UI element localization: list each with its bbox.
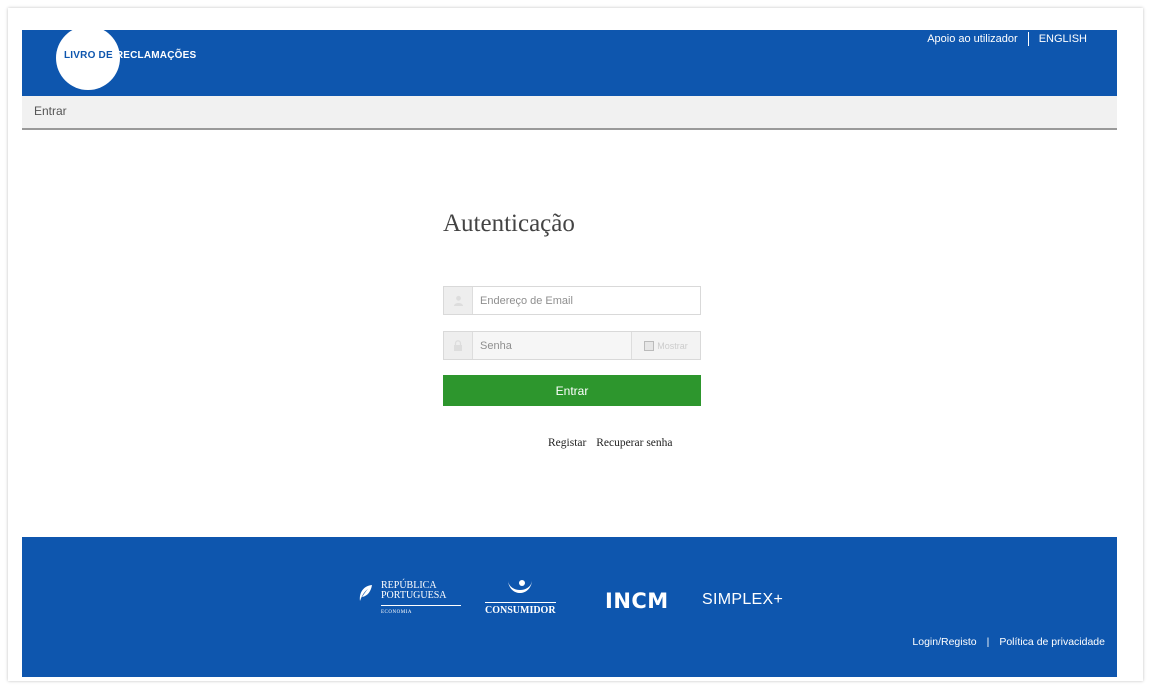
consumidor-label: CONSUMIDOR — [485, 602, 556, 616]
login-submit-button[interactable]: Entrar — [443, 375, 701, 406]
page-title: Autenticação — [443, 210, 575, 237]
logo-text-part1: LIVRO DE — [64, 50, 113, 61]
recover-password-link[interactable]: Recuperar senha — [596, 437, 672, 449]
breadcrumb: Entrar — [22, 96, 1117, 130]
show-password-toggle[interactable]: Mostrar — [631, 332, 700, 359]
site-logo[interactable]: LIVRO DE RECLAMAÇÕES — [64, 50, 196, 61]
register-link[interactable]: Registar — [548, 437, 586, 449]
show-password-label: Mostrar — [657, 340, 688, 351]
footer-links-divider: | — [986, 636, 990, 648]
republica-sub: ECONOMIA — [381, 605, 461, 618]
site-footer: REPÚBLICA PORTUGUESA ECONOMIA CONSUMIDOR… — [22, 537, 1117, 677]
show-password-checkbox[interactable] — [644, 340, 655, 351]
incm-logo[interactable]: INCM — [605, 589, 669, 613]
republic-emblem-icon — [357, 583, 375, 608]
breadcrumb-current: Entrar — [34, 104, 67, 118]
privacy-policy-link[interactable]: Política de privacidade — [999, 636, 1105, 648]
user-icon — [444, 287, 473, 314]
simplex-logo[interactable]: SIMPLEX+ — [702, 591, 783, 609]
email-field[interactable] — [473, 286, 700, 315]
logo-text-part2: RECLAMAÇÕES — [115, 50, 197, 61]
email-field-group — [443, 286, 701, 315]
support-link[interactable]: Apoio ao utilizador — [927, 33, 1018, 45]
republica-portuguesa-logo[interactable]: REPÚBLICA PORTUGUESA ECONOMIA — [357, 581, 461, 618]
language-link[interactable]: ENGLISH — [1039, 33, 1087, 45]
top-links: Apoio ao utilizador ENGLISH — [927, 32, 1087, 46]
top-links-divider — [1027, 32, 1029, 46]
auth-links: Registar Recuperar senha — [548, 437, 680, 449]
lock-icon — [444, 332, 473, 359]
consumer-icon — [485, 579, 556, 602]
password-field[interactable] — [473, 331, 631, 360]
password-field-group: Mostrar — [443, 331, 701, 360]
consumidor-logo[interactable]: CONSUMIDOR — [485, 579, 556, 616]
footer-links: Login/Registo | Política de privacidade — [912, 636, 1105, 648]
login-register-link[interactable]: Login/Registo — [912, 636, 976, 648]
site-header: LIVRO DE RECLAMAÇÕES Apoio ao utilizador… — [22, 26, 1117, 96]
republica-line2: PORTUGUESA — [381, 590, 447, 601]
